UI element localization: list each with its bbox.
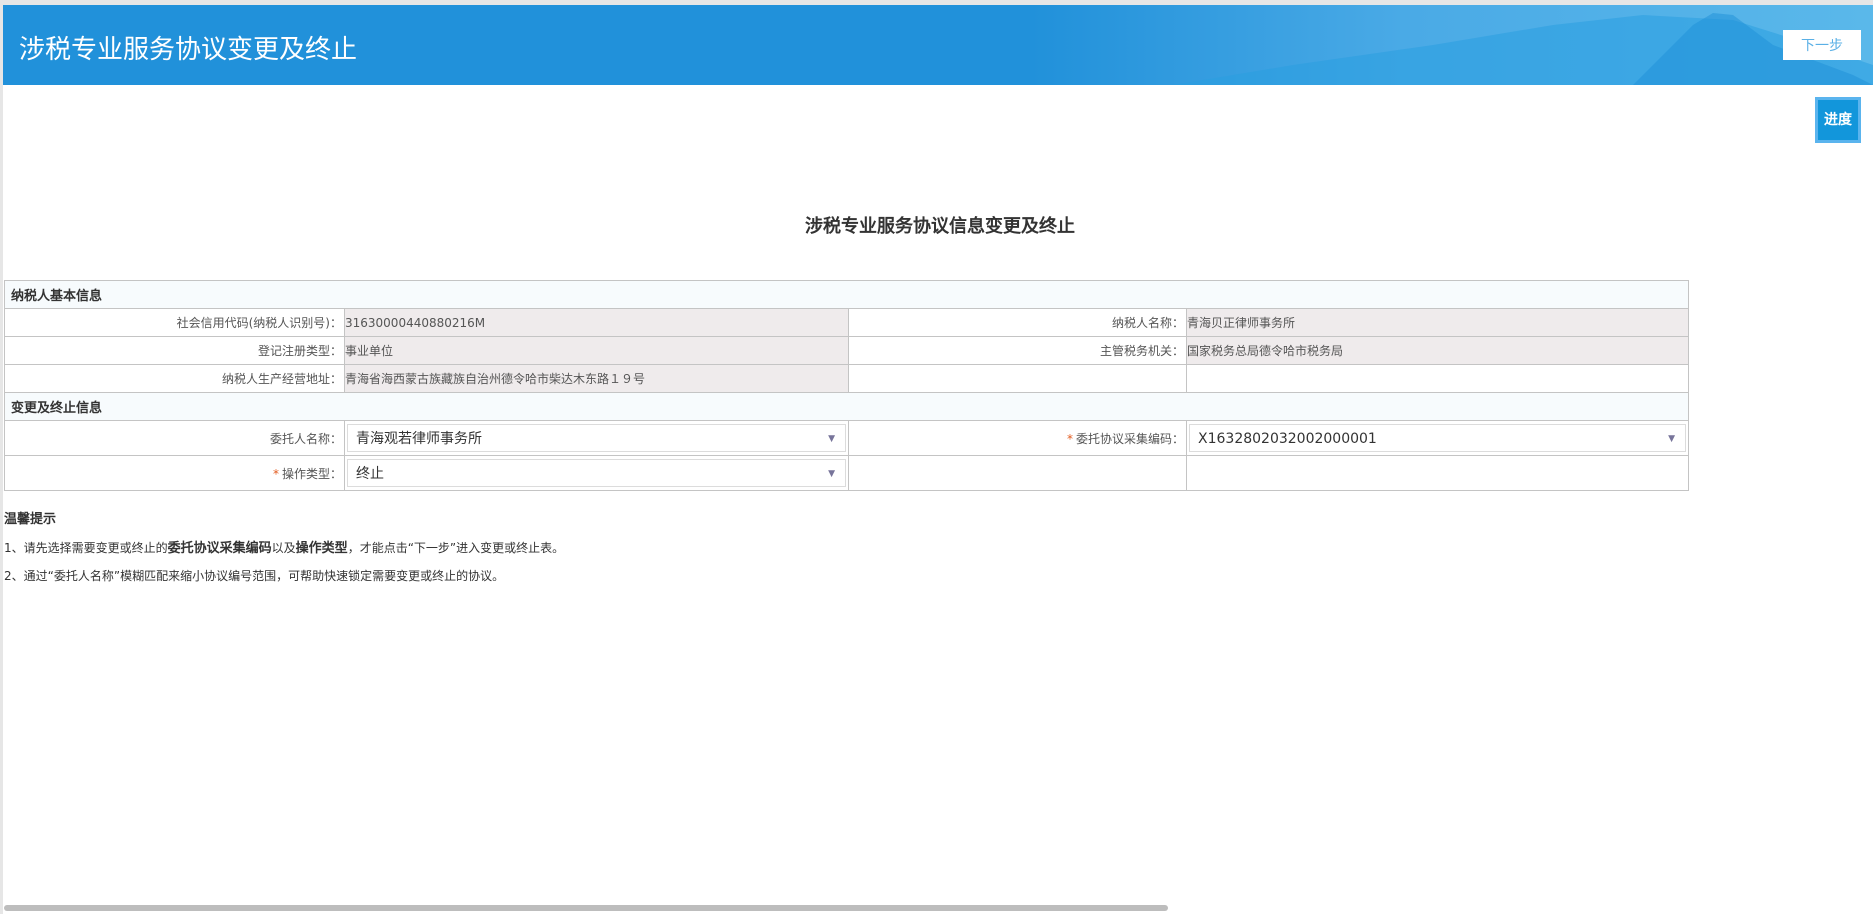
left-border: [0, 5, 3, 914]
taxpayer-name-value: 青海贝正律师事务所: [1186, 308, 1689, 337]
credit-code-value: 31630000440880216M: [344, 308, 849, 337]
operation-type-select[interactable]: 终止 ▼: [347, 459, 846, 487]
header-title: 涉税专业服务协议变更及终止: [19, 35, 358, 65]
client-name-cell: 青海观若律师事务所 ▼: [344, 420, 849, 456]
agreement-code-value: X1632802032002000001: [1198, 431, 1377, 447]
credit-code-label: 社会信用代码(纳税人识别号)：: [4, 308, 345, 337]
chevron-down-icon: ▼: [828, 469, 835, 479]
empty-cell: [1186, 364, 1689, 393]
empty-cell: [848, 364, 1187, 393]
next-step-button[interactable]: 下一步: [1783, 30, 1861, 60]
progress-button[interactable]: 进度: [1815, 97, 1861, 143]
empty-cell: [848, 455, 1187, 491]
operation-type-value: 终止: [356, 466, 384, 482]
tips-title: 温馨提示: [4, 512, 57, 527]
tips-panel: 温馨提示 1、请先选择需要变更或终止的委托协议采集编码以及操作类型，才能点击“下…: [4, 508, 564, 595]
client-name-label: 委托人名称：: [4, 420, 345, 456]
tip-emphasis: 操作类型: [295, 541, 348, 556]
taxpayer-name-label: 纳税人名称：: [848, 308, 1187, 337]
tip-emphasis: 委托协议采集编码: [167, 541, 272, 556]
chevron-down-icon: ▼: [1668, 434, 1675, 444]
required-mark: *: [1066, 431, 1073, 446]
agreement-form-table: 纳税人基本信息 社会信用代码(纳税人识别号)： 3163000044088021…: [4, 280, 1689, 491]
operation-type-cell: 终止 ▼: [344, 455, 849, 491]
agreement-code-label: 委托协议采集编码：: [1075, 431, 1184, 446]
agreement-code-label-cell: * 委托协议采集编码：: [848, 420, 1187, 456]
page-title: 涉税专业服务协议信息变更及终止: [805, 216, 1075, 237]
header-banner: 涉税专业服务协议变更及终止: [3, 5, 1873, 85]
reg-type-value: 事业单位: [344, 336, 849, 365]
agreement-code-cell: X1632802032002000001 ▼: [1186, 420, 1689, 456]
chevron-down-icon: ▼: [828, 434, 835, 444]
section-change-termination-info: 变更及终止信息: [4, 392, 1689, 421]
tip-text: 以及: [271, 541, 296, 555]
tip-text: 1、请先选择需要变更或终止的: [4, 541, 168, 555]
operation-type-label-cell: * 操作类型：: [4, 455, 345, 491]
empty-cell: [1186, 455, 1689, 491]
client-name-select[interactable]: 青海观若律师事务所 ▼: [347, 424, 846, 452]
reg-type-label: 登记注册类型：: [4, 336, 345, 365]
tax-office-label: 主管税务机关：: [848, 336, 1187, 365]
client-name-value: 青海观若律师事务所: [356, 431, 482, 447]
section-taxpayer-basic-info: 纳税人基本信息: [4, 280, 1689, 309]
address-value: 青海省海西蒙古族藏族自治州德令哈市柴达木东路１９号: [344, 364, 849, 393]
address-label: 纳税人生产经营地址：: [4, 364, 345, 393]
tip-2: 2、通过“委托人名称”模糊匹配来缩小协议编号范围，可帮助快速锁定需要变更或终止的…: [4, 569, 505, 583]
great-wall-banner-image: [1173, 13, 1873, 85]
agreement-code-select[interactable]: X1632802032002000001 ▼: [1189, 424, 1686, 452]
required-mark: *: [272, 466, 279, 481]
tip-1: 1、请先选择需要变更或终止的委托协议采集编码以及操作类型，才能点击“下一步”进入…: [4, 537, 564, 556]
tip-text: ，才能点击“下一步”进入变更或终止表。: [347, 541, 565, 555]
tax-office-value: 国家税务总局德令哈市税务局: [1186, 336, 1689, 365]
horizontal-scrollbar[interactable]: [4, 905, 1168, 911]
operation-type-label: 操作类型：: [281, 466, 342, 481]
